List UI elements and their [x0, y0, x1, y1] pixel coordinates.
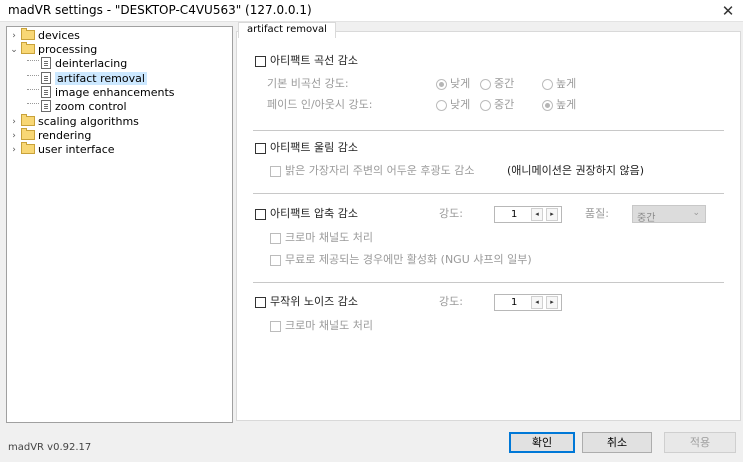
radio-label: 낮게 [450, 77, 471, 90]
cancel-button[interactable]: 취소 [582, 432, 652, 453]
document-icon [41, 72, 51, 84]
tree-item-label: image enhancements [55, 86, 175, 99]
document-icon [41, 86, 51, 98]
deringing-checkbox[interactable] [255, 143, 266, 154]
fade-strength-medium-radio[interactable] [480, 100, 491, 111]
close-button[interactable]: ✕ [713, 0, 743, 22]
dark-halo-checkbox[interactable] [270, 166, 281, 177]
tree-item-label: rendering [38, 129, 92, 142]
tree-item-rendering[interactable]: › rendering [9, 128, 92, 143]
tree-item-scaling-algorithms[interactable]: › scaling algorithms [9, 114, 139, 129]
denoising-chroma-checkbox[interactable] [270, 321, 281, 332]
folder-icon [21, 142, 35, 154]
collapse-chevron-icon[interactable]: ⌄ [9, 43, 19, 57]
folder-icon [21, 128, 35, 140]
deringing-label: 아티팩트 울림 감소 [270, 141, 358, 154]
tree-item-label: zoom control [55, 100, 127, 113]
window-title: madVR settings - "DESKTOP-C4VU563" (127.… [8, 3, 312, 17]
tree-item-label: user interface [38, 143, 115, 156]
decrement-arrow-icon[interactable]: ◂ [531, 208, 543, 221]
expand-chevron-icon[interactable]: › [9, 29, 19, 43]
tree-item-image-enhancements[interactable]: image enhancements [27, 86, 175, 100]
increment-arrow-icon[interactable]: ▸ [546, 296, 558, 309]
deblocking-quality-label: 품질: [585, 207, 609, 220]
radio-label: 낮게 [450, 98, 471, 111]
tree-connector [27, 102, 39, 104]
tree-item-label: deinterlacing [55, 57, 128, 70]
denoising-strength-spinner[interactable]: 1 ◂ ▸ [494, 294, 562, 311]
chevron-down-icon: ⌄ [692, 208, 700, 218]
document-icon [41, 57, 51, 69]
anime-note: (애니메이션은 권장하지 않음) [507, 164, 645, 177]
tree-connector [27, 59, 39, 61]
radio-label: 중간 [494, 98, 515, 111]
free-only-label: 무료로 제공되는 경우에만 활성화 (NGU 샤프의 일부) [285, 253, 532, 266]
expand-chevron-icon[interactable]: › [9, 129, 19, 143]
tree-item-label: processing [38, 43, 98, 56]
section-divider [253, 130, 724, 131]
denoising-strength-label: 강도: [439, 295, 463, 308]
default-strength-label: 기본 비곡선 강도: [267, 77, 349, 90]
decrement-arrow-icon[interactable]: ◂ [531, 296, 543, 309]
tree-item-artifact-removal[interactable]: artifact removal [27, 72, 147, 86]
tree-item-label: scaling algorithms [38, 115, 139, 128]
denoising-label: 무작위 노이즈 감소 [270, 295, 358, 308]
version-label: madVR v0.92.17 [8, 442, 92, 453]
spinner-value: 1 [511, 297, 518, 308]
radio-label: 높게 [556, 77, 577, 90]
debanding-checkbox[interactable] [255, 56, 266, 67]
fade-strength-label: 페이드 인/아웃시 강도: [267, 98, 373, 111]
tab-artifact-removal[interactable]: artifact removal [238, 22, 336, 38]
folder-icon [21, 28, 35, 40]
deblocking-chroma-label: 크로마 채널도 처리 [285, 231, 373, 244]
title-divider [0, 21, 743, 22]
section-divider [253, 193, 724, 194]
deblocking-quality-select[interactable]: 중간 ⌄ [632, 205, 706, 224]
default-strength-high-radio[interactable] [542, 79, 553, 90]
select-value: 중간 [637, 213, 656, 224]
radio-label: 중간 [494, 77, 515, 90]
ok-button[interactable]: 확인 [509, 432, 575, 453]
denoising-chroma-label: 크로마 채널도 처리 [285, 319, 373, 332]
title-bar: madVR settings - "DESKTOP-C4VU563" (127.… [0, 0, 743, 22]
expand-chevron-icon[interactable]: › [9, 143, 19, 157]
settings-panel: 아티팩트 곡선 감소 기본 비곡선 강도: 낮게 중간 높게 페이드 인/아웃시… [236, 31, 741, 421]
section-divider [253, 282, 724, 283]
folder-open-icon [21, 42, 35, 54]
tree-item-zoom-control[interactable]: zoom control [27, 100, 127, 114]
document-icon [41, 100, 51, 112]
free-only-checkbox[interactable] [270, 255, 281, 266]
spinner-value: 1 [511, 209, 518, 220]
tree-item-devices[interactable]: › devices [9, 28, 80, 43]
apply-button[interactable]: 적용 [664, 432, 736, 453]
radio-label: 높게 [556, 98, 577, 111]
fade-strength-high-radio[interactable] [542, 100, 553, 111]
tree-item-user-interface[interactable]: › user interface [9, 142, 115, 157]
denoising-checkbox[interactable] [255, 297, 266, 308]
default-strength-low-radio[interactable] [436, 79, 447, 90]
deblocking-label: 아티팩트 압축 감소 [270, 207, 358, 220]
tree-item-label: devices [38, 29, 80, 42]
tree-item-deinterlacing[interactable]: deinterlacing [27, 57, 127, 71]
tree-item-processing[interactable]: ⌄ processing [9, 42, 98, 57]
deblocking-checkbox[interactable] [255, 209, 266, 220]
expand-chevron-icon[interactable]: › [9, 115, 19, 129]
folder-icon [21, 114, 35, 126]
increment-arrow-icon[interactable]: ▸ [546, 208, 558, 221]
fade-strength-low-radio[interactable] [436, 100, 447, 111]
deblocking-strength-label: 강도: [439, 207, 463, 220]
settings-tree[interactable]: › devices ⌄ processing deinterlacing artif… [6, 26, 233, 423]
tree-item-label: artifact removal [55, 72, 147, 85]
deblocking-chroma-checkbox[interactable] [270, 233, 281, 244]
dark-halo-label: 밝은 가장자리 주변의 어두운 후광도 감소 [285, 164, 475, 177]
default-strength-medium-radio[interactable] [480, 79, 491, 90]
debanding-label: 아티팩트 곡선 감소 [270, 54, 358, 67]
tree-connector [27, 74, 39, 76]
tree-connector [27, 88, 39, 90]
deblocking-strength-spinner[interactable]: 1 ◂ ▸ [494, 206, 562, 223]
